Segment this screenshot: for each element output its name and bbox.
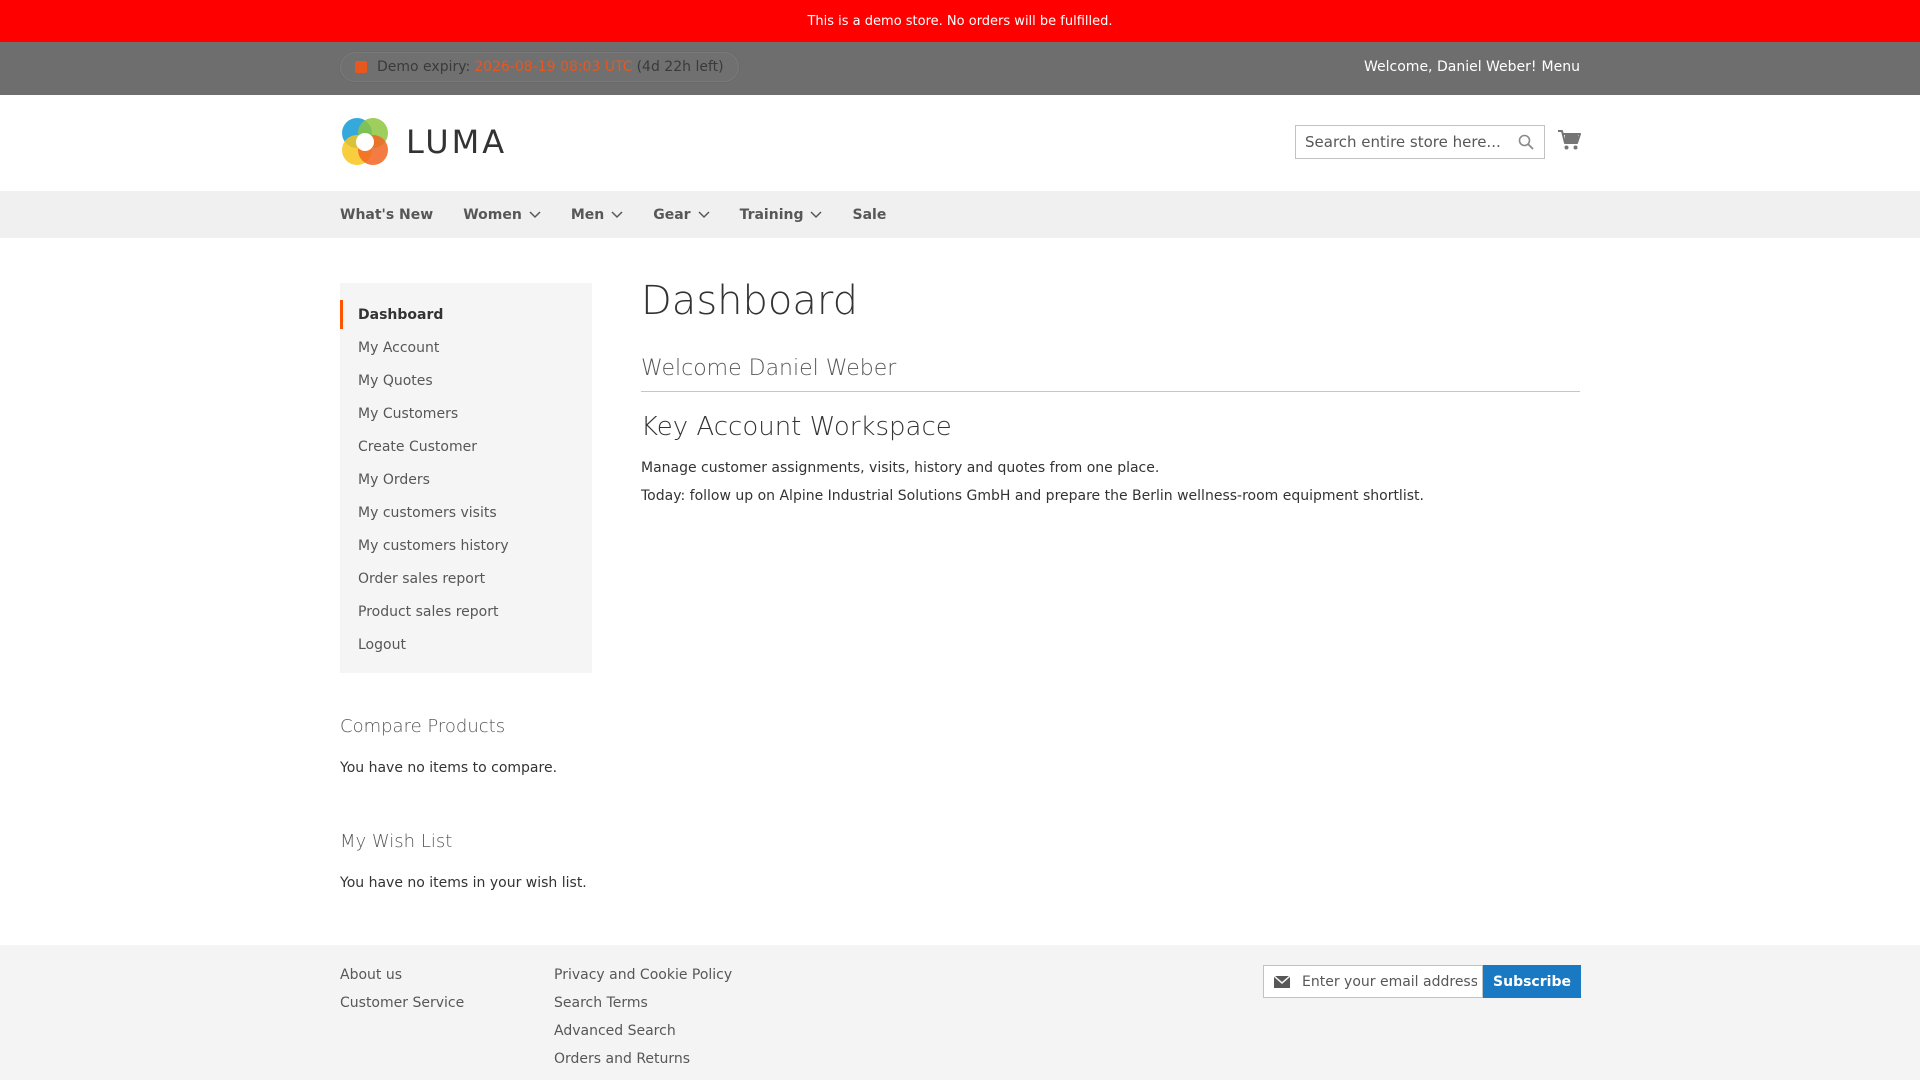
footer-link-orders-returns[interactable]: Orders and Returns — [554, 1049, 732, 1077]
compare-products-title: Compare Products — [340, 716, 506, 737]
footer-link-about-us[interactable]: About us — [340, 965, 464, 993]
nav-item-whats-new[interactable]: What's New — [340, 207, 433, 223]
nav-label: Training — [739, 206, 804, 223]
main-navigation: What's New Women Men Gear Training Sale — [0, 191, 1920, 238]
demo-notice-bar: This is a demo store. No orders will be … — [0, 0, 1920, 42]
chevron-down-icon — [529, 210, 541, 218]
nav-item-men[interactable]: Men — [571, 207, 623, 223]
compare-products-empty: You have no items to compare. — [340, 760, 558, 776]
sidebar-item-label: My customers history — [358, 537, 509, 554]
nav-item-gear[interactable]: Gear — [653, 206, 710, 223]
newsletter-form: Subscribe — [1263, 965, 1581, 998]
demo-notice-text: This is a demo store. No orders will be … — [807, 13, 1113, 29]
nav-label: What's New — [340, 206, 434, 223]
footer: About us Customer Service Privacy and Co… — [0, 945, 1920, 1080]
demo-expiry-badge: Demo expiry: 2026-08-19 08:03 UTC (4d 22… — [340, 52, 739, 82]
logo-text: LUMA — [406, 123, 508, 161]
sidebar-item-label: Order sales report — [358, 570, 486, 587]
sidebar-item-my-quotes[interactable]: My Quotes — [340, 364, 592, 397]
sidebar-item-label: My Orders — [358, 471, 430, 488]
luma-logo-icon — [340, 117, 390, 167]
sidebar-item-logout[interactable]: Logout — [340, 628, 592, 661]
sidebar-item-label: My Quotes — [358, 372, 433, 389]
sidebar-item-label: My Customers — [358, 405, 459, 422]
page-title: Dashboard — [641, 278, 859, 324]
expiry-remaining: (4d 22h left) — [636, 59, 724, 75]
workspace-description: Manage customer assignments, visits, his… — [641, 460, 1160, 476]
square-icon — [355, 61, 367, 73]
chevron-down-icon — [810, 210, 823, 218]
envelope-icon — [1274, 975, 1290, 988]
sidebar-item-label: Product sales report — [358, 603, 499, 620]
footer-link-customer-service[interactable]: Customer Service — [340, 993, 464, 1021]
sidebar-item-order-sales-report[interactable]: Order sales report — [340, 562, 592, 595]
nav-item-women[interactable]: Women — [463, 207, 541, 223]
workspace-today-note: Today: follow up on Alpine Industrial So… — [641, 488, 1424, 504]
sidebar-item-customers-history[interactable]: My customers history — [340, 529, 592, 562]
account-sidebar: Dashboard My Account My Quotes My Custom… — [340, 283, 592, 673]
footer-link-search-terms[interactable]: Search Terms — [554, 993, 732, 1021]
nav-label: Gear — [653, 206, 691, 223]
sidebar-item-product-sales-report[interactable]: Product sales report — [340, 595, 592, 628]
footer-link-advanced-search[interactable]: Advanced Search — [554, 1021, 732, 1049]
sidebar-item-my-orders[interactable]: My Orders — [340, 463, 592, 496]
chevron-down-icon — [698, 210, 710, 218]
search-icon[interactable] — [1518, 134, 1534, 154]
chevron-down-icon — [611, 210, 623, 218]
page-content: Dashboard My Account My Quotes My Custom… — [0, 238, 1920, 938]
sidebar-item-label: Create Customer — [358, 438, 477, 455]
main-column: Dashboard Welcome Daniel Weber Key Accou… — [641, 278, 1580, 516]
sidebar-item-create-customer[interactable]: Create Customer — [340, 430, 592, 463]
search-input[interactable] — [1305, 133, 1510, 151]
store-logo[interactable]: LUMA — [340, 117, 507, 167]
sidebar-item-my-account[interactable]: My Account — [340, 331, 592, 364]
sidebar-item-label: Dashboard — [358, 306, 444, 323]
sidebar-item-label: Logout — [358, 636, 406, 653]
sidebar-item-dashboard[interactable]: Dashboard — [340, 298, 592, 331]
newsletter-field[interactable] — [1263, 965, 1483, 998]
search-field[interactable] — [1295, 125, 1545, 159]
footer-links-col-1: About us Customer Service — [340, 965, 464, 1021]
nav-label: Women — [463, 206, 522, 223]
nav-item-training[interactable]: Training — [740, 207, 823, 223]
footer-link-privacy[interactable]: Privacy and Cookie Policy — [554, 965, 732, 993]
newsletter-email-input[interactable] — [1302, 973, 1477, 990]
sidebar-item-label: My customers visits — [358, 504, 497, 521]
footer-links-col-2: Privacy and Cookie Policy Search Terms A… — [554, 965, 732, 1077]
nav-label: Men — [570, 206, 605, 223]
nav-label: Sale — [852, 206, 887, 223]
header-main: LUMA — [0, 95, 1920, 191]
expiry-label: Demo expiry: — [377, 59, 471, 75]
wishlist-empty: You have no items in your wish list. — [340, 875, 587, 891]
cart-icon[interactable] — [1557, 129, 1581, 155]
workspace-title: Key Account Workspace — [641, 412, 952, 442]
panel-header: Demo expiry: 2026-08-19 08:03 UTC (4d 22… — [0, 42, 1920, 95]
sidebar-item-customers-visits[interactable]: My customers visits — [340, 496, 592, 529]
subscribe-button[interactable]: Subscribe — [1483, 965, 1581, 998]
nav-item-sale[interactable]: Sale — [852, 207, 886, 223]
sidebar-item-my-customers[interactable]: My Customers — [340, 397, 592, 430]
welcome-message: Welcome, Daniel Weber! — [1364, 59, 1537, 75]
welcome-heading: Welcome Daniel Weber — [641, 356, 1580, 392]
sidebar-item-label: My Account — [358, 339, 440, 356]
account-menu-link[interactable]: Menu — [1542, 59, 1580, 75]
expiry-date: 2026-08-19 08:03 UTC — [474, 59, 633, 75]
header-links: Welcome, Daniel Weber! Menu — [1364, 59, 1580, 75]
wishlist-title: My Wish List — [340, 831, 453, 852]
